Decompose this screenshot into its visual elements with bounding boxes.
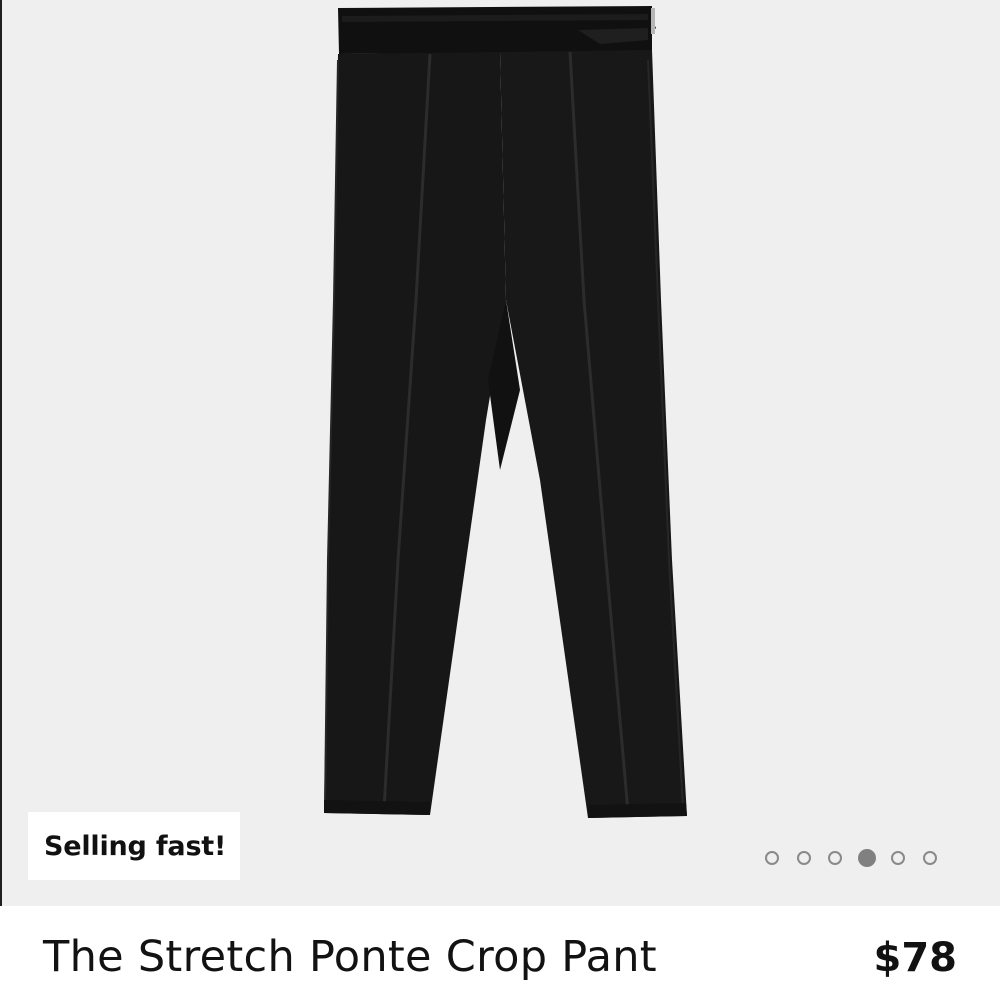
carousel-dot-6[interactable] xyxy=(922,851,937,865)
carousel-dot-1[interactable] xyxy=(765,851,779,865)
product-card: Selling fast! The Stretch Ponte Crop Pan… xyxy=(0,0,1000,1000)
product-title[interactable]: The Stretch Ponte Crop Pant xyxy=(43,936,657,979)
product-gallery[interactable]: Selling fast! xyxy=(0,0,1000,906)
carousel-dot-4-active[interactable] xyxy=(857,849,876,867)
product-price: $78 xyxy=(873,935,958,981)
carousel-dot-5[interactable] xyxy=(891,851,906,865)
carousel-dot-2[interactable] xyxy=(796,851,811,865)
product-image[interactable] xyxy=(0,0,1000,906)
selling-fast-badge: Selling fast! xyxy=(28,812,240,880)
gallery-left-edge xyxy=(0,0,2,906)
carousel-pagination xyxy=(765,847,937,869)
carousel-dot-3[interactable] xyxy=(828,851,843,865)
